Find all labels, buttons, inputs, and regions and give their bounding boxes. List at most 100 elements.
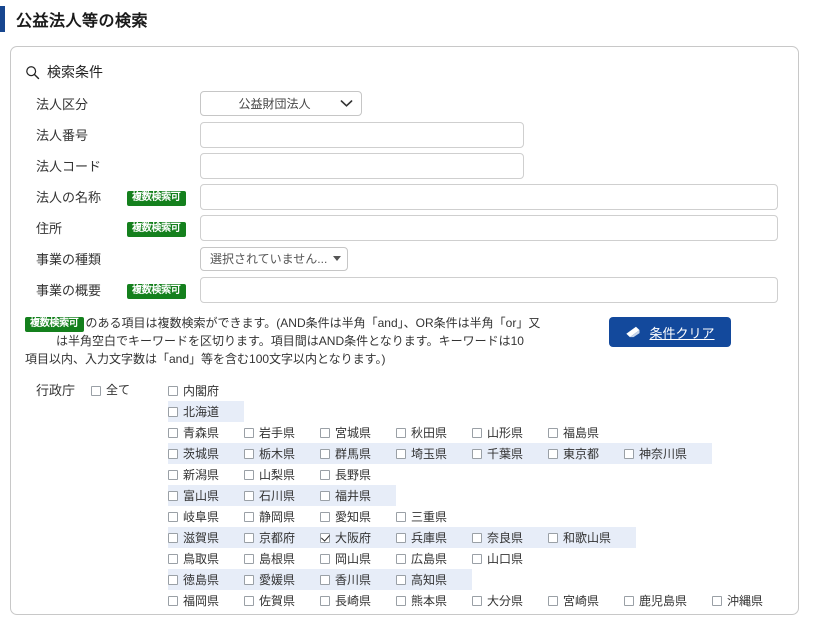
prefecture-checkbox[interactable] xyxy=(472,553,482,564)
prefecture-checkbox[interactable] xyxy=(244,553,254,564)
prefecture-checkbox[interactable] xyxy=(244,427,254,438)
prefecture-checkbox-item[interactable]: 山形県 xyxy=(472,422,548,443)
prefecture-checkbox[interactable] xyxy=(244,532,254,543)
prefecture-checkbox[interactable] xyxy=(320,574,330,585)
prefecture-checkbox[interactable] xyxy=(624,448,634,459)
prefecture-checkbox-item[interactable]: 宮城県 xyxy=(320,422,396,443)
prefecture-checkbox-item[interactable]: 広島県 xyxy=(396,548,472,569)
prefecture-checkbox-item[interactable]: 大阪府 xyxy=(320,527,396,548)
prefecture-checkbox-item[interactable]: 石川県 xyxy=(244,485,320,506)
prefecture-checkbox-item[interactable]: 鳥取県 xyxy=(168,548,244,569)
prefecture-checkbox[interactable] xyxy=(244,448,254,459)
prefecture-checkbox[interactable] xyxy=(168,532,178,543)
prefecture-checkbox[interactable] xyxy=(168,385,178,396)
prefecture-checkbox[interactable] xyxy=(472,448,482,459)
prefecture-checkbox-item[interactable]: 滋賀県 xyxy=(168,527,244,548)
corporation-type-select[interactable]: 公益財団法人 xyxy=(200,91,362,116)
prefecture-checkbox-item[interactable]: 大分県 xyxy=(472,590,548,611)
prefecture-checkbox[interactable] xyxy=(244,490,254,501)
prefecture-checkbox-item[interactable]: 奈良県 xyxy=(472,527,548,548)
prefecture-checkbox-item[interactable]: 北海道 xyxy=(168,401,244,422)
prefecture-checkbox[interactable] xyxy=(168,448,178,459)
prefecture-checkbox-item[interactable]: 島根県 xyxy=(244,548,320,569)
prefecture-checkbox-item[interactable]: 山口県 xyxy=(472,548,548,569)
prefecture-checkbox[interactable] xyxy=(168,427,178,438)
prefecture-checkbox-item[interactable]: 福島県 xyxy=(548,422,624,443)
prefecture-checkbox-item[interactable]: 長野県 xyxy=(320,464,396,485)
prefecture-checkbox-item[interactable]: 山梨県 xyxy=(244,464,320,485)
prefecture-checkbox-item[interactable]: 埼玉県 xyxy=(396,443,472,464)
prefecture-checkbox[interactable] xyxy=(472,427,482,438)
prefecture-checkbox[interactable] xyxy=(396,511,406,522)
prefecture-checkbox[interactable] xyxy=(320,553,330,564)
prefecture-checkbox[interactable] xyxy=(320,469,330,480)
prefecture-checkbox-item[interactable]: 徳島県 xyxy=(168,569,244,590)
prefecture-checkbox[interactable] xyxy=(168,469,178,480)
prefecture-checkbox-item[interactable]: 岐阜県 xyxy=(168,506,244,527)
prefecture-checkbox-item[interactable]: 茨城県 xyxy=(168,443,244,464)
prefecture-checkbox[interactable] xyxy=(244,574,254,585)
prefecture-checkbox-item[interactable]: 千葉県 xyxy=(472,443,548,464)
prefecture-checkbox[interactable] xyxy=(712,595,722,606)
prefecture-checkbox[interactable] xyxy=(320,511,330,522)
prefecture-checkbox-item[interactable]: 香川県 xyxy=(320,569,396,590)
prefecture-checkbox[interactable] xyxy=(168,406,178,417)
prefecture-checkbox-item[interactable]: 兵庫県 xyxy=(396,527,472,548)
prefecture-checkbox[interactable] xyxy=(244,595,254,606)
prefecture-checkbox[interactable] xyxy=(548,595,558,606)
prefecture-checkbox-item[interactable]: 和歌山県 xyxy=(548,527,636,548)
prefecture-checkbox[interactable] xyxy=(320,532,330,543)
prefecture-checkbox[interactable] xyxy=(624,595,634,606)
prefecture-checkbox-item[interactable]: 岩手県 xyxy=(244,422,320,443)
prefecture-checkbox-item[interactable]: 福岡県 xyxy=(168,590,244,611)
prefecture-checkbox-item[interactable]: 内閣府 xyxy=(168,380,244,401)
prefecture-checkbox[interactable] xyxy=(168,553,178,564)
clear-conditions-button[interactable]: 条件クリア xyxy=(609,317,731,347)
prefecture-checkbox-item[interactable]: 愛知県 xyxy=(320,506,396,527)
text-input-事業の概要[interactable] xyxy=(200,276,778,303)
prefecture-checkbox-item[interactable]: 愛媛県 xyxy=(244,569,320,590)
text-input-法人番号[interactable] xyxy=(200,121,524,148)
prefecture-checkbox-item[interactable]: 青森県 xyxy=(168,422,244,443)
prefecture-checkbox[interactable] xyxy=(472,595,482,606)
prefecture-checkbox[interactable] xyxy=(396,427,406,438)
prefecture-checkbox[interactable] xyxy=(548,448,558,459)
prefecture-checkbox[interactable] xyxy=(396,574,406,585)
prefecture-checkbox-item[interactable]: 宮崎県 xyxy=(548,590,624,611)
prefecture-checkbox[interactable] xyxy=(320,490,330,501)
business-type-multiselect[interactable]: 選択されていません... xyxy=(200,246,349,271)
prefecture-checkbox[interactable] xyxy=(320,448,330,459)
prefecture-checkbox[interactable] xyxy=(320,595,330,606)
prefecture-checkbox-item[interactable]: 熊本県 xyxy=(396,590,472,611)
prefecture-checkbox-item[interactable]: 静岡県 xyxy=(244,506,320,527)
prefecture-checkbox[interactable] xyxy=(472,532,482,543)
prefecture-checkbox-item[interactable]: 群馬県 xyxy=(320,443,396,464)
prefecture-checkbox-item[interactable]: 岡山県 xyxy=(320,548,396,569)
prefecture-checkbox[interactable] xyxy=(396,532,406,543)
prefecture-checkbox[interactable] xyxy=(396,553,406,564)
prefecture-checkbox-item[interactable]: 高知県 xyxy=(396,569,472,590)
prefecture-checkbox-item[interactable]: 新潟県 xyxy=(168,464,244,485)
text-input-住所[interactable] xyxy=(200,214,778,241)
prefecture-checkbox[interactable] xyxy=(320,427,330,438)
prefecture-checkbox-item[interactable]: 佐賀県 xyxy=(244,590,320,611)
prefecture-checkbox-item[interactable]: 秋田県 xyxy=(396,422,472,443)
text-input-法人の名称[interactable] xyxy=(200,183,778,210)
prefecture-checkbox-item[interactable]: 神奈川県 xyxy=(624,443,712,464)
agency-select-all[interactable]: 全て xyxy=(91,380,168,402)
prefecture-checkbox[interactable] xyxy=(396,448,406,459)
prefecture-checkbox[interactable] xyxy=(168,490,178,501)
prefecture-checkbox-item[interactable]: 東京都 xyxy=(548,443,624,464)
prefecture-checkbox-item[interactable]: 栃木県 xyxy=(244,443,320,464)
prefecture-checkbox-item[interactable]: 福井県 xyxy=(320,485,396,506)
prefecture-checkbox[interactable] xyxy=(244,511,254,522)
prefecture-checkbox-item[interactable]: 富山県 xyxy=(168,485,244,506)
prefecture-checkbox[interactable] xyxy=(548,427,558,438)
prefecture-checkbox[interactable] xyxy=(168,574,178,585)
agency-select-all-checkbox[interactable] xyxy=(91,385,101,396)
text-input-法人コード[interactable] xyxy=(200,152,524,179)
prefecture-checkbox[interactable] xyxy=(548,532,558,543)
prefecture-checkbox[interactable] xyxy=(244,469,254,480)
prefecture-checkbox-item[interactable]: 京都府 xyxy=(244,527,320,548)
prefecture-checkbox[interactable] xyxy=(168,595,178,606)
